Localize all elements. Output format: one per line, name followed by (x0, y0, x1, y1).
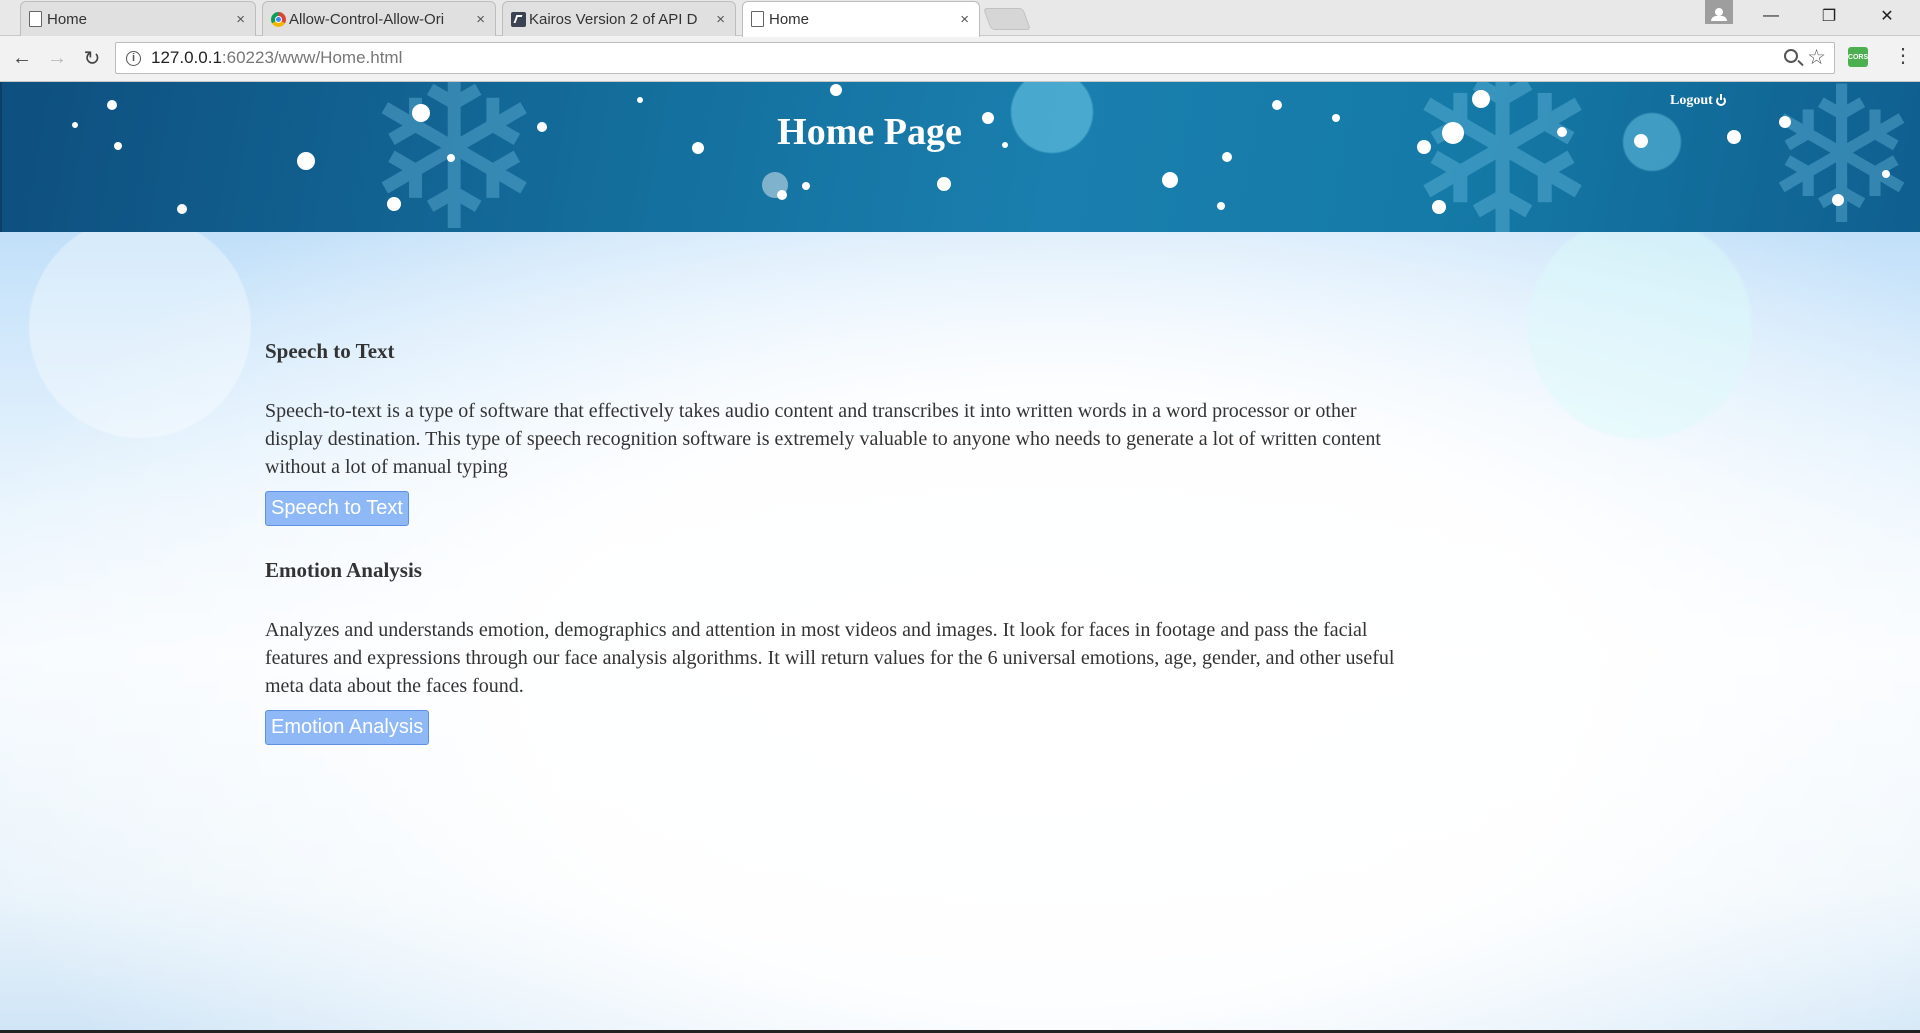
snow-dot (1162, 172, 1178, 188)
tab-home-active[interactable]: Home × (742, 1, 980, 37)
snow-dot (1832, 194, 1844, 206)
snow-dot (1432, 200, 1446, 214)
section-heading: Emotion Analysis (265, 558, 422, 582)
tab-title: Home (769, 11, 810, 28)
snow-dot (637, 97, 643, 103)
snow-dot (297, 152, 315, 170)
tab-title: Kairos Version 2 of API D (529, 10, 698, 28)
tab-strip: Home × Allow-Control-Allow-Ori × Kairos … (0, 0, 1920, 37)
snow-dot (107, 100, 117, 110)
reload-button[interactable]: ↻ (80, 46, 104, 70)
snow-dot (1217, 202, 1225, 210)
close-icon[interactable]: × (236, 11, 245, 28)
forward-button[interactable]: → (45, 46, 69, 70)
close-icon[interactable]: × (960, 11, 969, 28)
reload-icon: ↻ (83, 47, 101, 70)
snow-dot (830, 84, 842, 96)
page-title: Home Page (777, 111, 962, 153)
speech-to-text-section: Speech to Text Speech-to-text is a type … (265, 339, 1395, 558)
main-content: Speech to Text Speech-to-text is a type … (265, 339, 1395, 777)
arrow-left-icon: ← (12, 46, 32, 69)
snow-dot (1272, 100, 1282, 110)
tab-home-1[interactable]: Home × (20, 1, 256, 36)
close-icon[interactable]: × (716, 11, 725, 28)
close-window-button[interactable]: ✕ (1859, 0, 1915, 32)
logout-link[interactable]: Logout (1670, 93, 1726, 109)
document-icon (751, 11, 764, 27)
snow-dot (1882, 170, 1890, 178)
snow-dot (1472, 90, 1490, 108)
address-bar[interactable]: i 127.0.0.1:60223/www/Home.html ☆ (115, 42, 1835, 74)
browser-menu-icon[interactable]: ⋮ (1893, 46, 1913, 66)
back-button[interactable]: ← (10, 46, 34, 70)
star-icon[interactable]: ☆ (1807, 45, 1826, 70)
new-tab-button[interactable] (982, 8, 1032, 30)
power-icon (1715, 94, 1726, 106)
header-banner: ❄ ❄ ❄ Home Page Logout (0, 82, 1920, 232)
url-host: 127.0.0.1 (151, 48, 222, 67)
emotion-analysis-section: Emotion Analysis Analyzes and understand… (265, 558, 1395, 777)
restore-button[interactable]: ❐ (1801, 0, 1857, 32)
tab-title: Home (47, 10, 88, 28)
zoom-icon[interactable] (1784, 49, 1798, 63)
section-description: Analyzes and understands emotion, demogr… (265, 619, 1395, 697)
tab-kairos[interactable]: Kairos Version 2 of API D × (502, 1, 736, 36)
profile-button[interactable] (1705, 0, 1733, 24)
arrow-right-icon: → (47, 46, 67, 69)
info-icon[interactable]: i (126, 50, 141, 66)
tab-title: Allow-Control-Allow-Ori (289, 10, 445, 28)
section-description: Speech-to-text is a type of software tha… (265, 400, 1381, 478)
logout-label: Logout (1670, 93, 1713, 108)
person-icon (1711, 8, 1727, 21)
snow-dot (802, 182, 810, 190)
close-icon[interactable]: × (476, 11, 485, 28)
snow-dot (447, 154, 455, 162)
emotion-analysis-button[interactable]: Emotion Analysis (265, 710, 430, 745)
snowflake-decoration: ❄ (1762, 82, 1920, 232)
section-heading: Speech to Text (265, 339, 395, 363)
cors-extension-icon[interactable]: CORS (1848, 47, 1868, 67)
snow-dot (777, 190, 787, 200)
kairos-icon (511, 12, 526, 27)
browser-toolbar: ← → ↻ i 127.0.0.1:60223/www/Home.html ☆ … (0, 36, 1920, 82)
snow-dot (387, 197, 401, 211)
url-path: :60223/www/Home.html (221, 48, 403, 67)
snow-dot (177, 204, 187, 214)
page-body: ❄ ❄ ❄ Home Page Logout Speech to Text Sp… (0, 82, 1920, 1033)
speech-to-text-button[interactable]: Speech to Text (265, 491, 409, 526)
snow-dot (1779, 116, 1791, 128)
chrome-webstore-icon (271, 12, 286, 27)
document-icon (29, 11, 42, 27)
tab-allow-control[interactable]: Allow-Control-Allow-Ori × (262, 1, 496, 36)
minimize-button[interactable]: — (1743, 0, 1799, 32)
snow-dot (937, 177, 951, 191)
